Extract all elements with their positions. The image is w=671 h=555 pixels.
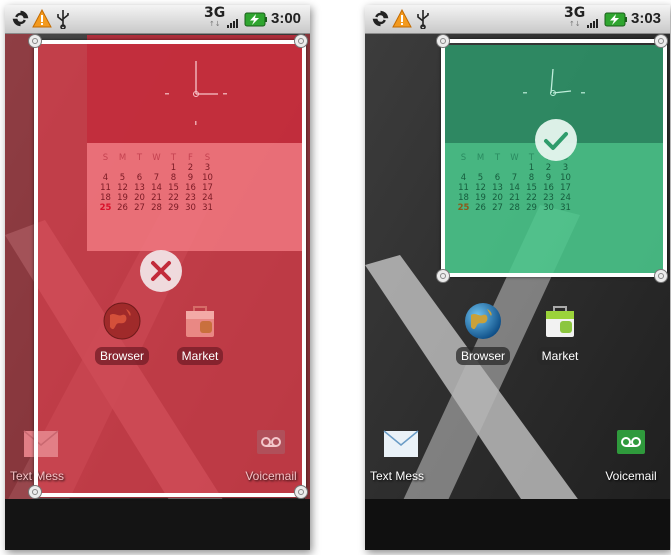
sync-icon [372, 10, 389, 27]
voicemail-label: Voicemail [605, 469, 657, 483]
status-time: 3:00 [271, 10, 302, 27]
resize-handle-top-left[interactable] [436, 34, 450, 48]
voicemail-icon [617, 430, 645, 454]
market-label: Market [536, 347, 584, 365]
network-type-label: 3G [204, 5, 226, 21]
battery-charging-icon [244, 12, 267, 27]
warning-icon [32, 9, 52, 28]
status-time: 3:03 [631, 10, 662, 27]
signal-strength-icon [227, 19, 238, 28]
usb-icon [57, 10, 69, 29]
warning-icon [392, 9, 412, 28]
resize-handle-top-right[interactable] [294, 34, 308, 48]
phone-screen-reject: 3G ↑↓ 3:00 S M T W T F S 1 2 3 4 5 6 7 8… [5, 5, 310, 550]
resize-handle-top-left[interactable] [28, 34, 42, 48]
network-type-label: 3G [564, 5, 586, 21]
voicemail-app[interactable]: Voicemail [593, 427, 669, 484]
resize-handle-bottom-right[interactable] [294, 485, 308, 499]
status-bar: 3G ↑↓ 3:00 [5, 5, 310, 34]
resize-handle-bottom-right[interactable] [654, 269, 668, 283]
market-bag-icon [546, 306, 574, 337]
text-messaging-label: Text Mess [370, 469, 425, 483]
browser-label: Browser [455, 347, 510, 365]
network-activity-arrows: ↑↓ [209, 20, 221, 28]
market-app[interactable]: Market [531, 301, 589, 365]
browser-app[interactable]: Browser [454, 301, 512, 365]
resize-frame[interactable] [441, 39, 667, 277]
sync-icon [12, 10, 29, 27]
resize-handle-top-right[interactable] [654, 34, 668, 48]
resize-handle-bottom-left[interactable] [28, 485, 42, 499]
signal-strength-icon [587, 19, 598, 28]
phone-screen-accept: 3G ↑↓ 3:03 S M T W T 1 2 3 4 5 6 7 8 9 1… [365, 5, 670, 550]
network-activity-arrows: ↑↓ [569, 20, 581, 28]
battery-charging-icon [604, 12, 627, 27]
status-bar: 3G ↑↓ 3:03 [365, 5, 670, 34]
resize-frame[interactable] [34, 40, 306, 497]
envelope-icon [383, 430, 419, 457]
usb-icon [417, 10, 429, 29]
text-messaging-app[interactable]: Text Mess [370, 427, 445, 484]
resize-handle-bottom-left[interactable] [436, 269, 450, 283]
browser-globe-icon [465, 303, 501, 339]
